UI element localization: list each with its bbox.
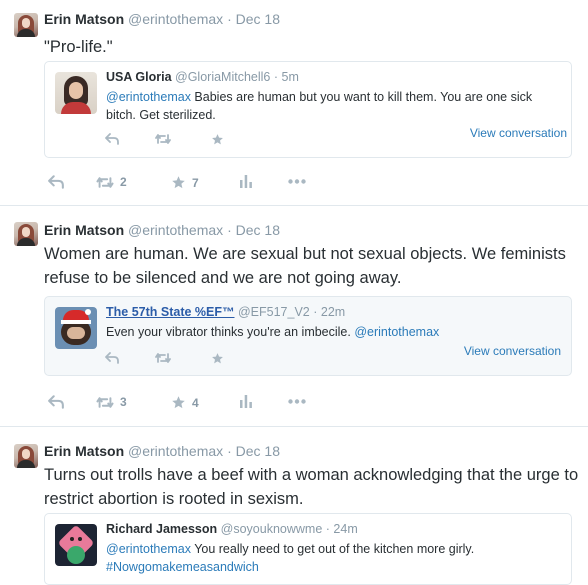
avatar[interactable] bbox=[14, 444, 38, 468]
timestamp[interactable]: Dec 18 bbox=[236, 222, 280, 238]
author-name[interactable]: Erin Matson bbox=[44, 222, 124, 238]
quoted-header: The 57th State %EF™ @EF517_V2 · 22m bbox=[106, 305, 345, 319]
quoted-timestamp[interactable]: 5m bbox=[282, 70, 299, 84]
avatar[interactable] bbox=[14, 13, 38, 37]
quoted-header: USA Gloria @GloriaMitchell6 · 5m bbox=[106, 70, 299, 84]
star-icon bbox=[171, 175, 186, 190]
retweet-count: 3 bbox=[120, 395, 127, 409]
quoted-tweet[interactable]: Richard Jamesson @soyouknowwme · 24m @er… bbox=[44, 513, 572, 585]
quoted-text-body: Even your vibrator thinks you're an imbe… bbox=[106, 325, 355, 339]
author-name[interactable]: Erin Matson bbox=[44, 11, 124, 27]
analytics-icon[interactable] bbox=[240, 395, 252, 408]
favorite-button[interactable]: 7 bbox=[171, 175, 199, 190]
quoted-timestamp[interactable]: 22m bbox=[321, 305, 345, 319]
separator-dot: · bbox=[273, 70, 279, 84]
star-icon[interactable] bbox=[211, 133, 224, 146]
retweet-button[interactable]: 3 bbox=[96, 395, 127, 409]
view-conversation-link[interactable]: View conversation bbox=[464, 344, 561, 358]
star-icon bbox=[171, 395, 186, 410]
star-icon[interactable] bbox=[211, 352, 224, 365]
tweet-text: "Pro-life." bbox=[44, 38, 113, 56]
timestamp[interactable]: Dec 18 bbox=[236, 443, 280, 459]
retweet-icon[interactable] bbox=[155, 133, 171, 145]
quoted-avatar[interactable] bbox=[55, 72, 97, 114]
hashtag-link[interactable]: #Nowgomakemeasandwich bbox=[106, 560, 259, 574]
separator-dot: · bbox=[227, 443, 232, 459]
reply-icon[interactable] bbox=[48, 395, 64, 409]
retweet-icon[interactable] bbox=[155, 352, 171, 364]
author-name[interactable]: Erin Matson bbox=[44, 443, 124, 459]
more-icon[interactable] bbox=[288, 179, 306, 184]
quoted-text-body: You really need to get out of the kitche… bbox=[190, 542, 475, 556]
reply-icon[interactable] bbox=[105, 352, 119, 364]
quoted-tweet[interactable]: The 57th State %EF™ @EF517_V2 · 22m Even… bbox=[44, 296, 572, 376]
quoted-tweet[interactable]: USA Gloria @GloriaMitchell6 · 5m @erinto… bbox=[44, 61, 572, 158]
mention-link[interactable]: @erintothemax bbox=[354, 325, 439, 339]
favorite-button[interactable]: 4 bbox=[171, 395, 199, 410]
view-conversation-link[interactable]: View conversation bbox=[470, 126, 567, 140]
favorite-count: 7 bbox=[192, 175, 199, 190]
separator-dot: · bbox=[313, 305, 318, 319]
retweet-button[interactable]: 2 bbox=[96, 175, 127, 189]
tweet[interactable]: Erin Matson @erintothemax · Dec 18 Women… bbox=[0, 206, 588, 427]
tweet[interactable]: Erin Matson @erintothemax · Dec 18 "Pro-… bbox=[0, 0, 588, 206]
reply-icon[interactable] bbox=[48, 175, 64, 189]
separator-dot: · bbox=[227, 11, 232, 27]
quoted-author-name[interactable]: Richard Jamesson bbox=[106, 522, 217, 536]
separator-dot: · bbox=[325, 522, 330, 536]
retweet-count: 2 bbox=[120, 175, 127, 189]
avatar[interactable] bbox=[14, 222, 38, 246]
quoted-avatar[interactable] bbox=[55, 524, 97, 566]
quoted-text: @erintothemax Babies are human but you w… bbox=[106, 88, 556, 124]
tweet-header: Erin Matson @erintothemax · Dec 18 bbox=[44, 222, 280, 238]
tweet[interactable]: Erin Matson @erintothemax · Dec 18 Turns… bbox=[0, 427, 588, 585]
mention-link[interactable]: @erintothemax bbox=[106, 90, 191, 104]
quoted-author-name[interactable]: The 57th State %EF™ bbox=[106, 305, 235, 319]
quoted-text: @erintothemax You really need to get out… bbox=[106, 540, 556, 576]
retweet-icon bbox=[96, 396, 114, 409]
tweet-header: Erin Matson @erintothemax · Dec 18 bbox=[44, 11, 280, 27]
quoted-author-handle[interactable]: @GloriaMitchell6 bbox=[175, 70, 270, 84]
reply-icon[interactable] bbox=[105, 133, 119, 145]
author-handle[interactable]: @erintothemax bbox=[128, 11, 223, 27]
author-handle[interactable]: @erintothemax bbox=[128, 222, 223, 238]
timestamp[interactable]: Dec 18 bbox=[236, 11, 280, 27]
more-icon[interactable] bbox=[288, 399, 306, 404]
quoted-header: Richard Jamesson @soyouknowwme · 24m bbox=[106, 522, 358, 536]
tweet-text: Turns out trolls have a beef with a woma… bbox=[44, 466, 579, 508]
quoted-avatar[interactable] bbox=[55, 307, 97, 349]
tweet-text: Women are human. We are sexual but not s… bbox=[44, 245, 566, 287]
quoted-author-handle[interactable]: @EF517_V2 bbox=[238, 305, 310, 319]
author-handle[interactable]: @erintothemax bbox=[128, 443, 223, 459]
quoted-author-handle[interactable]: @soyouknowwme bbox=[221, 522, 323, 536]
separator-dot: · bbox=[227, 222, 232, 238]
analytics-icon[interactable] bbox=[240, 175, 252, 188]
retweet-icon bbox=[96, 176, 114, 189]
mention-link[interactable]: @erintothemax bbox=[106, 542, 191, 556]
quoted-author-name[interactable]: USA Gloria bbox=[106, 70, 172, 84]
tweet-header: Erin Matson @erintothemax · Dec 18 bbox=[44, 443, 280, 459]
quoted-text: Even your vibrator thinks you're an imbe… bbox=[106, 323, 556, 341]
favorite-count: 4 bbox=[192, 395, 199, 410]
quoted-timestamp[interactable]: 24m bbox=[333, 522, 357, 536]
